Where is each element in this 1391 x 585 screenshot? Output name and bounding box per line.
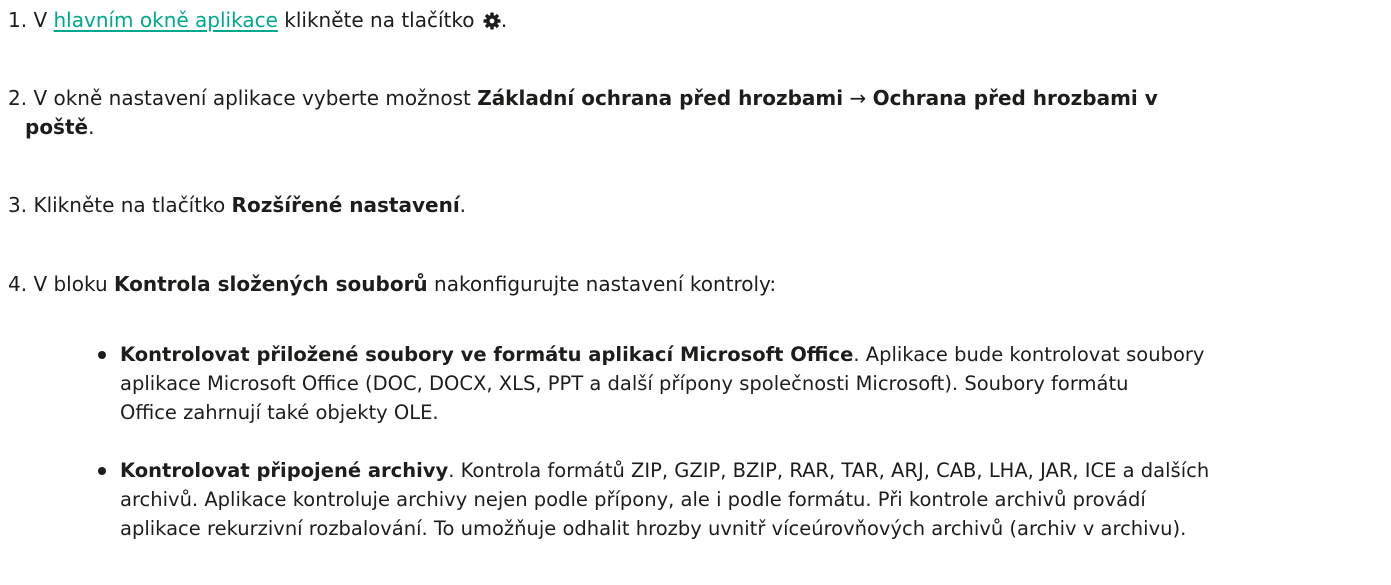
gear-icon bbox=[483, 9, 501, 30]
step-text: . bbox=[88, 115, 95, 139]
option-title: Kontrolovat připojené archivy bbox=[120, 459, 449, 482]
step-3: 3. Klikněte na tlačítko Rozšířené nastav… bbox=[8, 191, 1381, 220]
step-number: 3. bbox=[8, 193, 28, 217]
option-text: archivů. Aplikace kontroluje archivy nej… bbox=[120, 488, 1146, 511]
arrow-separator: → bbox=[843, 86, 873, 110]
step-number: 1. bbox=[8, 8, 28, 32]
step-text: V bloku bbox=[27, 272, 114, 296]
step-number: 4. bbox=[8, 272, 28, 296]
option-text: . Aplikace bude kontrolovat soubory bbox=[853, 343, 1205, 366]
step-4: 4. V bloku Kontrola složených souborů na… bbox=[8, 270, 1381, 299]
option-archives: Kontrolovat připojené archivy. Kontrola … bbox=[95, 456, 1383, 543]
step-text: Klikněte na tlačítko bbox=[27, 193, 232, 217]
step-text: klikněte na tlačítko bbox=[277, 8, 481, 32]
setting-path-mail-protection-cont: poště bbox=[25, 115, 89, 139]
option-text: aplikace rekurzivní rozbalování. To umož… bbox=[120, 517, 1187, 540]
main-window-link[interactable]: hlavním okně aplikace bbox=[54, 8, 278, 32]
option-text: aplikace Microsoft Office (DOC, DOCX, XL… bbox=[120, 372, 1129, 395]
setting-path-basic-protection: Základní ochrana před hrozbami bbox=[477, 86, 844, 110]
help-article: 1. V hlavním okně aplikace klikněte na t… bbox=[0, 0, 1391, 585]
bullet-icon bbox=[98, 467, 106, 475]
option-title: Kontrolovat přiložené soubory ve formátu… bbox=[120, 343, 854, 366]
step-2: 2. V okně nastavení aplikace vyberte mož… bbox=[8, 84, 1381, 142]
step-1: 1. V hlavním okně aplikace klikněte na t… bbox=[8, 6, 1381, 35]
step-number: 2. bbox=[8, 86, 28, 110]
option-office-files: Kontrolovat přiložené soubory ve formátu… bbox=[95, 340, 1383, 427]
step-text: nakonfigurujte nastavení kontroly: bbox=[427, 272, 777, 296]
step-text: V bbox=[27, 8, 54, 32]
option-text: . Kontrola formátů ZIP, GZIP, BZIP, RAR,… bbox=[448, 459, 1210, 482]
option-text: Office zahrnují také objekty OLE. bbox=[120, 401, 439, 424]
compound-files-block-label: Kontrola složených souborů bbox=[113, 272, 428, 296]
list-item: Kontrolovat přiložené soubory ve formátu… bbox=[95, 340, 1383, 427]
advanced-settings-label: Rozšířené nastavení bbox=[231, 193, 460, 217]
step-text: V okně nastavení aplikace vyberte možnos… bbox=[27, 86, 478, 110]
step-text: . bbox=[459, 193, 467, 217]
bullet-icon bbox=[98, 351, 106, 359]
list-item: Kontrolovat připojené archivy. Kontrola … bbox=[95, 456, 1383, 543]
step-text: . bbox=[500, 8, 508, 32]
setting-path-mail-protection: Ochrana před hrozbami v bbox=[872, 86, 1158, 110]
